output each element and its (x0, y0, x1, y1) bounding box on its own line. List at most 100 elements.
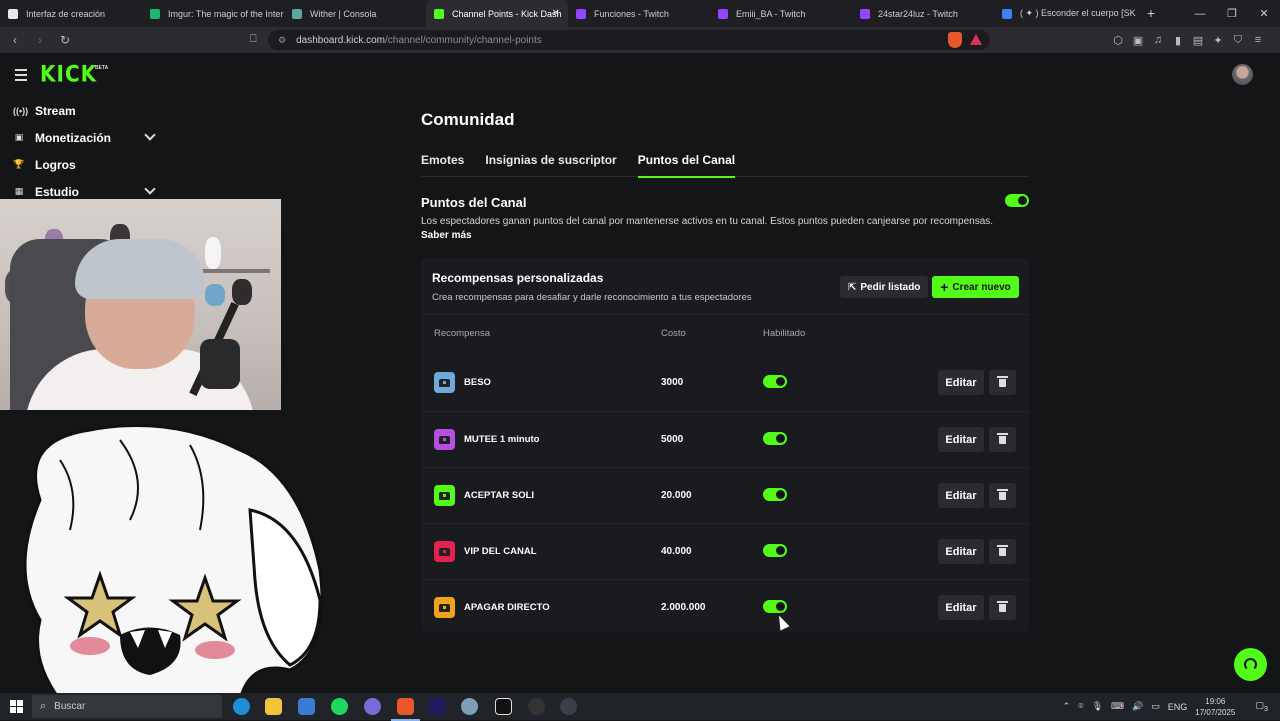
browser-tab[interactable]: Funciones - Twitch (568, 0, 710, 27)
browser-tab[interactable]: 24star24luz - Twitch (852, 0, 994, 27)
tray-mic-icon[interactable]: 🎙 (1092, 701, 1103, 712)
arrow-app-icon[interactable] (560, 698, 577, 715)
delete-reward-button[interactable] (989, 370, 1016, 395)
create-new-button[interactable]: + Crear nuevo (932, 276, 1019, 298)
sidebar-item-stream[interactable]: ((•)) Stream (0, 97, 170, 124)
window-controls: — ❐ ✕ (1184, 0, 1280, 27)
tab-title: Funciones - Twitch (594, 8, 669, 19)
clapper-icon[interactable] (495, 698, 512, 715)
tab-insignias-de-suscriptor[interactable]: Insignias de suscriptor (485, 153, 616, 177)
reward-cost: 2.000.000 (661, 602, 706, 613)
tab-title: 24star24luz - Twitch (878, 8, 958, 19)
windows-start-icon[interactable] (10, 700, 23, 713)
wallet-icon[interactable]: ▤ (1188, 34, 1208, 47)
menu-icon[interactable]: ≡ (1248, 34, 1268, 46)
site-info-icon[interactable]: ⚙ (278, 35, 286, 46)
bookmark-icon[interactable]: ⎕ (250, 33, 257, 46)
delete-reward-button[interactable] (989, 483, 1016, 508)
tab-title: ( ✦ ) Esconder el cuerpo [SKIN (1020, 8, 1136, 18)
obs-icon[interactable] (528, 698, 545, 715)
browser-tab[interactable]: Imgur: The magic of the Intern (142, 0, 284, 27)
reward-chest-icon (434, 541, 455, 562)
delete-reward-button[interactable] (989, 539, 1016, 564)
reward-enabled-toggle[interactable] (763, 544, 787, 557)
request-list-button[interactable]: ⇱ Pedir listado (840, 276, 929, 298)
edit-reward-button[interactable]: Editar (938, 539, 984, 564)
premiere-icon[interactable] (429, 698, 446, 715)
leo-icon[interactable]: ✦ (1208, 34, 1228, 47)
chevron-down-icon[interactable] (144, 183, 156, 195)
url-input[interactable]: ⚙ dashboard.kick.com/channel/community/c… (268, 30, 990, 50)
reward-enabled-toggle[interactable] (763, 432, 787, 445)
sidebar-icon[interactable]: ▮ (1168, 34, 1188, 47)
tray-chevron-icon[interactable]: ⌃ (1063, 701, 1071, 712)
close-tab-icon[interactable]: ✕ (552, 8, 560, 19)
back-icon[interactable]: ‹ (5, 33, 25, 47)
tab-favicon-icon (434, 8, 444, 19)
taskbar-search[interactable]: ⌕ Buscar (32, 695, 222, 718)
extensions-icon[interactable]: ⬡ (1108, 34, 1128, 47)
edge-icon[interactable] (233, 698, 250, 715)
reward-name: ACEPTAR SOLI (464, 490, 535, 501)
minimize-icon[interactable]: — (1184, 8, 1216, 20)
delete-reward-button[interactable] (989, 595, 1016, 620)
sidebar-item-logros[interactable]: 🏆 Logros (0, 151, 170, 178)
spotify-icon[interactable] (331, 698, 348, 715)
edit-reward-button[interactable]: Editar (938, 370, 984, 395)
reward-enabled-toggle[interactable] (763, 375, 787, 388)
tray-language[interactable]: ENG (1168, 702, 1188, 712)
store-icon[interactable] (298, 698, 315, 715)
tray-battery-icon[interactable]: ▭ (1151, 701, 1160, 712)
file-explorer-icon[interactable] (265, 698, 282, 715)
user-avatar[interactable] (1232, 64, 1253, 85)
trash-icon (997, 488, 1008, 500)
tray-volume-icon[interactable]: 🔊 (1132, 701, 1143, 712)
cartoon-mascot-overlay (23, 424, 324, 700)
rewards-table-header: Recompensa Costo Habilitado (421, 315, 1029, 355)
reward-enabled-toggle[interactable] (763, 488, 787, 501)
reload-icon[interactable]: ↻ (55, 33, 75, 47)
tray-network-icon[interactable]: ⌨ (1111, 701, 1124, 712)
vpn-icon[interactable]: ⛉ (1228, 34, 1248, 47)
reward-enabled-toggle[interactable] (763, 600, 787, 613)
browser-tab[interactable]: Wither | Consola (284, 0, 426, 27)
browser-tab[interactable]: Channel Points - Kick Dash ✕ (426, 0, 568, 27)
taskbar-clock[interactable]: 19:06 17/07/2025 (1195, 696, 1235, 718)
tab-puntos-del-canal[interactable]: Puntos del Canal (637, 153, 736, 178)
close-window-icon[interactable]: ✕ (1248, 7, 1280, 20)
kick-logo[interactable]: KICK (40, 61, 97, 87)
forward-icon[interactable]: › (30, 33, 50, 47)
browser-tab[interactable]: Interfaz de creación (0, 0, 142, 27)
tab-emotes[interactable]: Emotes (421, 153, 464, 177)
sidebar-item-icon: ▣ (14, 132, 24, 142)
music-icon[interactable]: ♫ (1148, 34, 1168, 46)
support-chat-button[interactable] (1234, 648, 1267, 681)
browser-tab[interactable]: Emiii_BA - Twitch (710, 0, 852, 27)
learn-more-link[interactable]: Saber más (421, 230, 472, 241)
channel-points-description: Los espectadores ganan puntos del canal … (421, 216, 994, 227)
windows-taskbar: ⌕ Buscar ⌃ ⌾ 🎙 ⌨ 🔊 ▭ ENG 19:06 17/07/202… (0, 693, 1280, 721)
brave-icon[interactable] (391, 698, 420, 721)
new-tab-button[interactable]: + (1141, 5, 1161, 21)
tab-favicon-icon (718, 8, 728, 19)
app-icon[interactable] (461, 698, 478, 715)
maximize-icon[interactable]: ❐ (1216, 7, 1248, 20)
browser-tab[interactable]: ( ✦ ) Esconder el cuerpo [SKIN (994, 0, 1136, 27)
edit-reward-button[interactable]: Editar (938, 483, 984, 508)
media-icon[interactable]: ▣ (1128, 34, 1148, 47)
delete-reward-button[interactable] (989, 427, 1016, 452)
notification-icon[interactable]: ▢3 (1255, 700, 1268, 713)
custom-rewards-header: Recompensas personalizadas Crea recompen… (421, 258, 1029, 315)
reward-chest-icon (434, 429, 455, 450)
hamburger-menu-icon[interactable] (15, 69, 27, 84)
channel-points-toggle[interactable] (1005, 194, 1029, 207)
trash-icon (997, 375, 1008, 387)
sidebar-item-monetización[interactable]: ▣ Monetización (0, 124, 170, 151)
brave-rewards-icon[interactable] (970, 34, 982, 45)
discord-icon[interactable] (364, 698, 381, 715)
brave-shield-icon[interactable] (948, 32, 962, 48)
tray-app-icon[interactable]: ⌾ (1078, 701, 1083, 712)
edit-reward-button[interactable]: Editar (938, 595, 984, 620)
chevron-down-icon[interactable] (144, 129, 156, 141)
edit-reward-button[interactable]: Editar (938, 427, 984, 452)
